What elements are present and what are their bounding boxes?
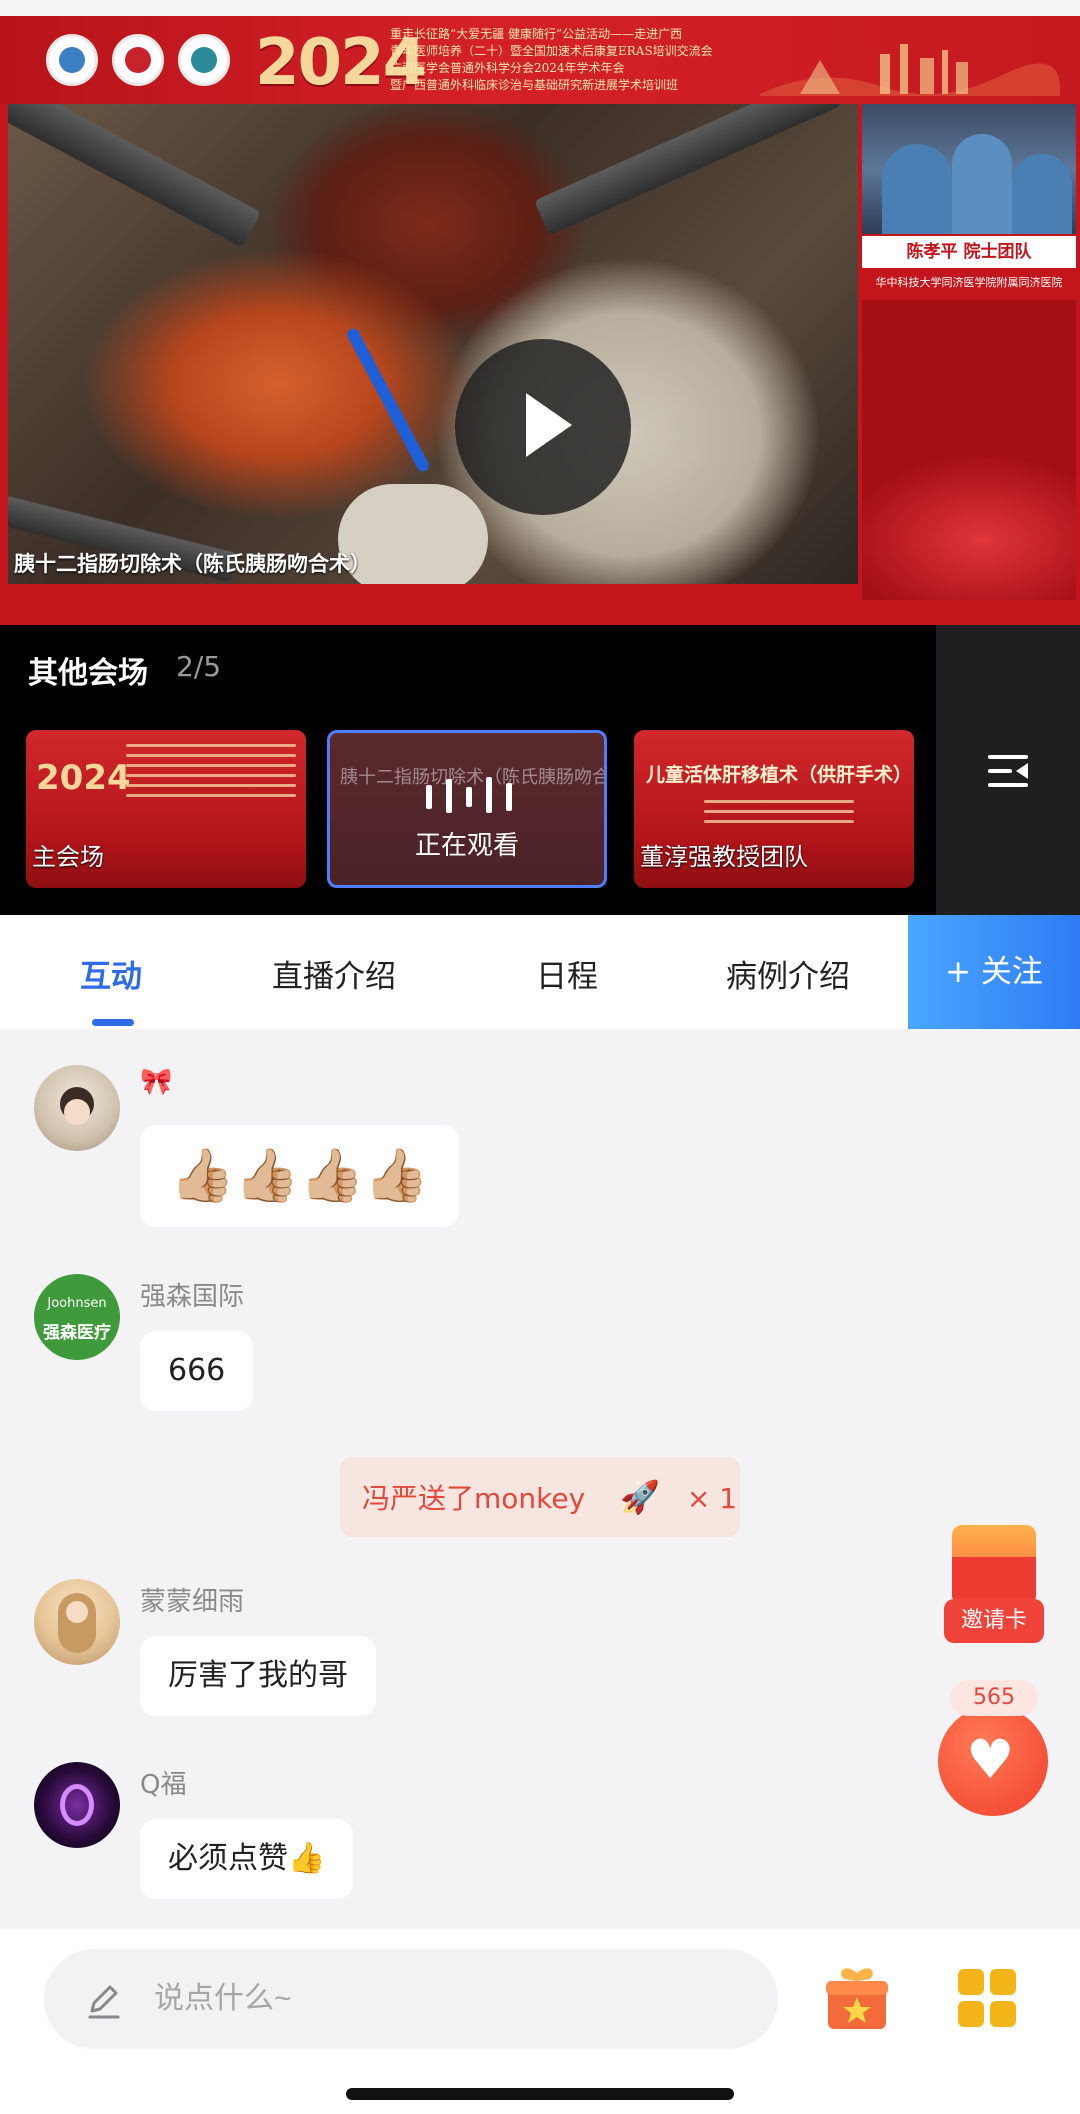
follow-button[interactable]: + 关注 <box>908 915 1080 1029</box>
tab-case-intro[interactable]: 病例介绍 <box>726 951 850 996</box>
card-text-lines <box>126 744 296 804</box>
like-button[interactable]: ♥ <box>938 1706 1048 1816</box>
banner-line: 广西医学会普通外科学分会2024年学术年会 <box>390 61 625 75</box>
invite-card-button[interactable]: 邀请卡 <box>944 1525 1044 1645</box>
surgeon-figure <box>882 144 952 234</box>
venues-title: 其他会场 <box>28 656 148 691</box>
chat-list[interactable]: 🎀 👍🏼👍🏼👍🏼👍🏼 Joohnsen 强森医疗 强森国际 666 冯严送了mo… <box>0 1029 1080 1929</box>
now-watching-label: 正在观看 <box>414 831 519 861</box>
association-logo <box>178 34 230 86</box>
chat-username: Q福 <box>140 1770 187 1800</box>
chat-username: 强森国际 <box>140 1282 245 1312</box>
status-strip <box>0 0 1080 16</box>
active-tab-indicator <box>92 1019 134 1026</box>
play-icon[interactable] <box>526 393 572 457</box>
avatar[interactable] <box>34 1579 120 1665</box>
chat-message: 必须点赞👍 <box>140 1819 354 1899</box>
retractor-shape <box>534 104 842 236</box>
equalizer-bar <box>466 787 472 807</box>
surgery-video-frame[interactable] <box>8 104 858 584</box>
retractor-shape <box>8 104 262 248</box>
card-dim-title: 胰十二指肠切除术（陈氏胰肠吻合术） <box>340 767 604 788</box>
card-text-lines <box>704 800 854 830</box>
banner-text: 重走长征路“大爱无疆 健康随行”公益活动——走进广西 青年医师培养（二十）暨全国… <box>390 26 730 94</box>
society-logo <box>46 34 98 86</box>
avatar[interactable] <box>34 1762 120 1848</box>
event-banner: 2024 重走长征路“大爱无疆 健康随行”公益活动——走进广西 青年医师培养（二… <box>0 16 1080 104</box>
apps-grid-icon <box>990 2001 1016 2027</box>
equalizer-bar <box>426 785 432 809</box>
hospital-logo <box>112 34 164 86</box>
banner-line: 暨广西普通外科临床诊治与基础研究新进展学术培训班 <box>390 78 679 92</box>
surgeon-figure <box>952 134 1012 234</box>
pencil-icon <box>88 1985 120 2019</box>
venues-list-button[interactable] <box>936 625 1080 915</box>
side-decoration <box>862 300 1076 600</box>
other-venues-panel: 其他会场 2/5 2024 主会场 胰十二指肠切除术（陈氏胰肠吻合术） 正在观看… <box>0 625 1080 915</box>
gift-icon[interactable] <box>822 1963 892 2033</box>
envelope-icon <box>952 1557 1036 1605</box>
forceps-shape <box>345 326 431 474</box>
rocket-icon: 🚀 <box>620 1478 660 1516</box>
card-label: 主会场 <box>32 843 104 871</box>
venue-card-current[interactable]: 胰十二指肠切除术（陈氏胰肠吻合术） 正在观看 <box>327 730 607 888</box>
video-caption: 胰十二指肠切除术（陈氏胰肠吻合术） <box>14 552 371 576</box>
avatar-figure <box>64 1099 90 1125</box>
live-stream-page: 2024 重走长征路“大爱无疆 健康随行”公益活动——走进广西 青年医师培养（二… <box>0 0 1080 2114</box>
card-label: 董淳强教授团队 <box>640 843 808 871</box>
team-name-label: 陈孝平 院士团队 <box>862 236 1076 268</box>
comment-input[interactable] <box>154 1969 734 2029</box>
apps-grid-icon <box>958 1969 984 1995</box>
card-year: 2024 <box>36 758 131 798</box>
chat-username: 蒙蒙细雨 <box>140 1587 245 1617</box>
or-camera-view <box>862 104 1076 234</box>
card-title: 儿童活体肝移植术（供肝手术） <box>646 764 913 786</box>
chat-username: 🎀 <box>140 1067 173 1097</box>
tab-live-intro[interactable]: 直播介绍 <box>272 951 396 996</box>
tab-schedule[interactable]: 日程 <box>536 951 598 996</box>
collapse-arrow-icon <box>1016 763 1028 779</box>
chat-message: 👍🏼👍🏼👍🏼👍🏼 <box>140 1125 459 1227</box>
invite-card-label: 邀请卡 <box>944 1599 1044 1643</box>
avatar-figure <box>60 1784 94 1826</box>
more-apps-button[interactable] <box>958 1969 1018 2029</box>
banner-line: 青年医师培养（二十）暨全国加速术后康复ERAS培训交流会 <box>390 44 713 58</box>
avatar[interactable] <box>34 1065 120 1151</box>
chat-message: 厉害了我的哥 <box>140 1636 376 1716</box>
home-indicator <box>346 2088 734 2100</box>
menu-icon <box>988 783 1028 787</box>
avatar-brand-text: Joohnsen <box>47 1296 107 1311</box>
avatar[interactable]: Joohnsen 强森医疗 <box>34 1274 120 1360</box>
comment-input-wrapper[interactable] <box>44 1949 778 2049</box>
city-skyline-decoration <box>760 44 1060 96</box>
tab-bar: 互动 直播介绍 日程 病例介绍 + 关注 <box>0 915 1080 1029</box>
hospital-label: 华中科技大学同济医学院附属同济医院 <box>875 276 1063 289</box>
apps-grid-icon <box>958 2001 984 2027</box>
equalizer-bar <box>506 783 512 811</box>
heart-icon: ♥ <box>966 1728 1015 1791</box>
equalizer-bar <box>446 779 452 813</box>
comment-bar <box>0 1929 1080 2114</box>
video-player[interactable]: 2024 重走长征路“大爱无疆 健康随行”公益活动——走进广西 青年医师培养（二… <box>0 0 1080 625</box>
venue-card-main[interactable]: 2024 主会场 <box>26 730 306 888</box>
gift-notice-text: 冯严送了monkey <box>362 1482 586 1515</box>
apps-grid-icon <box>990 1969 1016 1995</box>
like-count: 565 <box>950 1680 1038 1716</box>
avatar-figure <box>66 1601 88 1623</box>
gift-count: × 1 <box>686 1482 738 1515</box>
tab-interaction[interactable]: 互动 <box>80 951 142 996</box>
banner-line: 重走长征路“大爱无疆 健康随行”公益活动——走进广西 <box>390 27 683 41</box>
surgeon-figure <box>1012 154 1072 234</box>
equalizer-bar <box>486 777 492 813</box>
venues-count: 2/5 <box>176 650 222 683</box>
venue-card-liver[interactable]: 儿童活体肝移植术（供肝手术） 董淳强教授团队 <box>634 730 914 888</box>
chat-message: 666 <box>140 1331 254 1411</box>
menu-icon <box>988 755 1028 759</box>
menu-icon <box>988 769 1012 773</box>
avatar-brand-text: 强森医疗 <box>43 1323 111 1343</box>
gift-notice: 冯严送了monkey 🚀 × 1 <box>340 1457 740 1537</box>
